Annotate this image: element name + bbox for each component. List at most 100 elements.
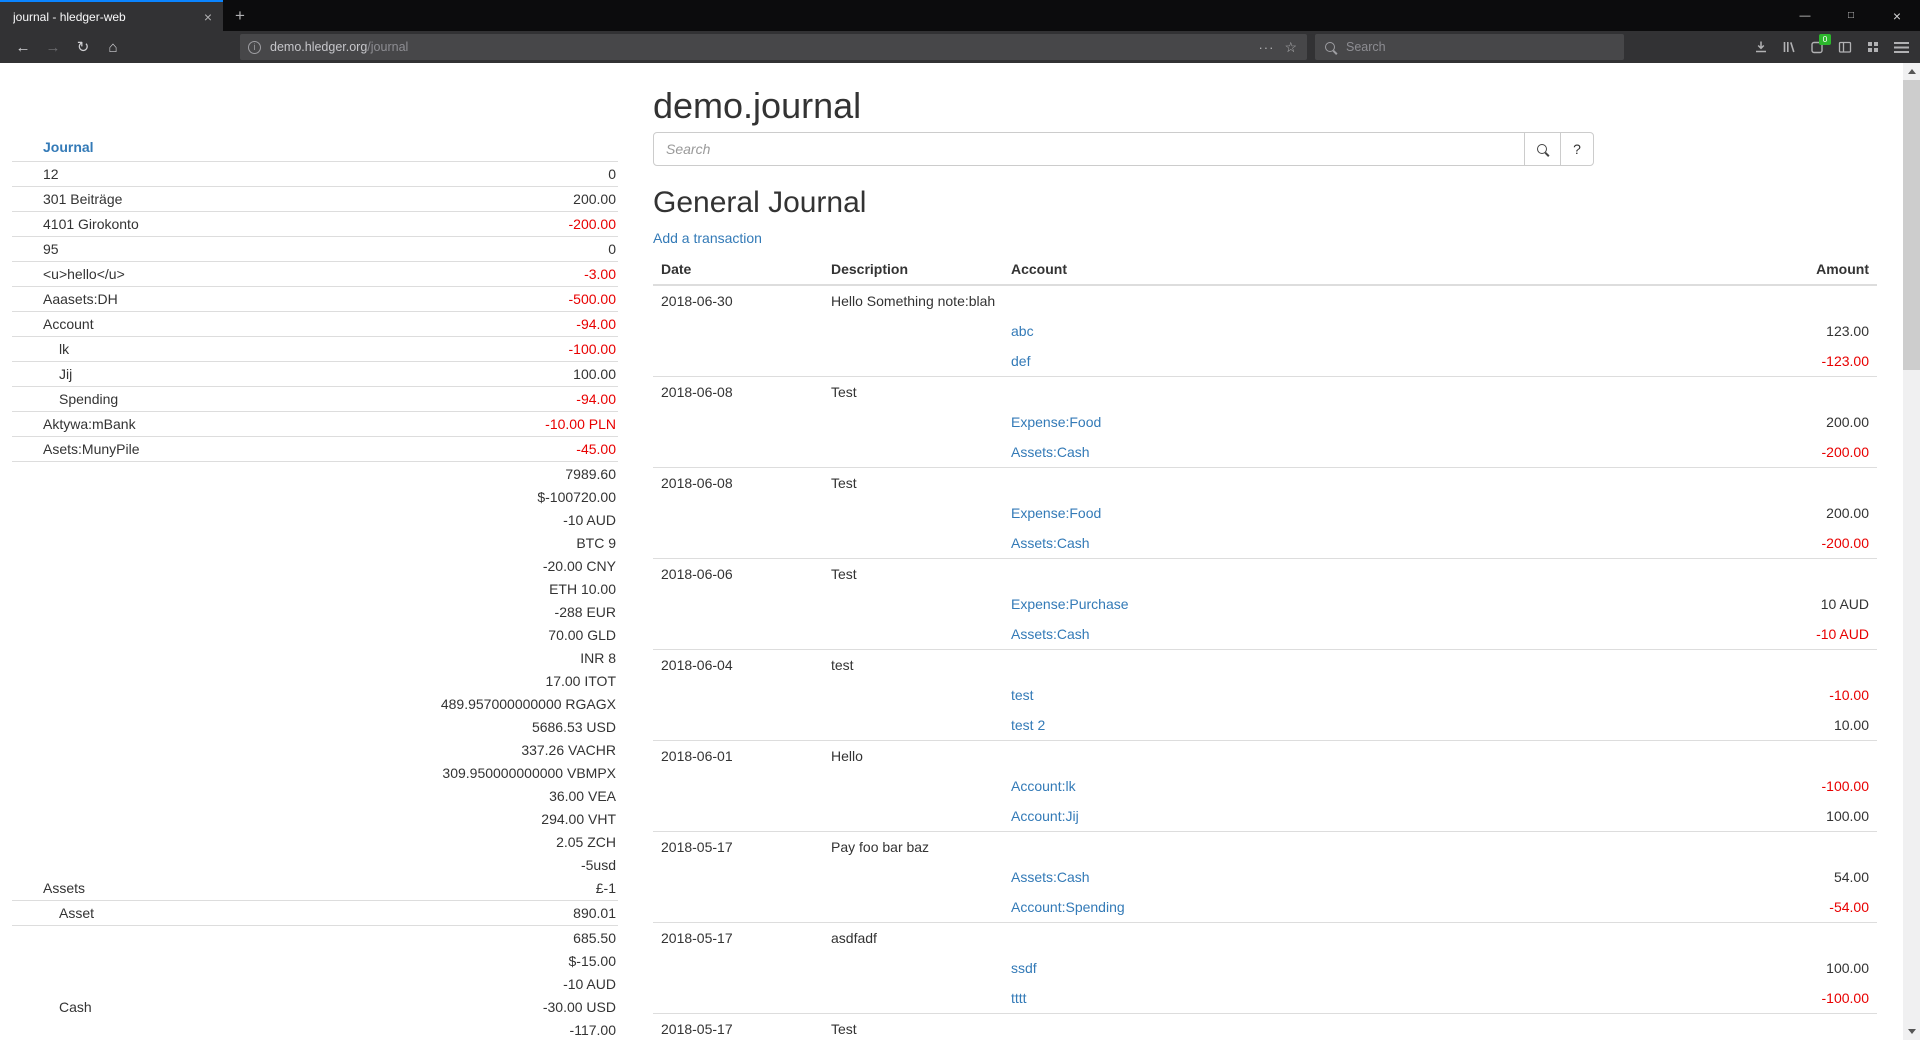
transaction-row[interactable]: 2018-06-04test — [653, 650, 1877, 680]
posting-account-link[interactable]: Account:Spending — [1003, 892, 1677, 922]
window-minimize-button[interactable]: — — [1782, 0, 1828, 31]
posting-amount: 54.00 — [1677, 862, 1877, 892]
browser-tab-journal[interactable]: journal - hledger-web × — [0, 0, 223, 31]
posting-amount: 10 AUD — [1677, 589, 1877, 619]
journal-search-button[interactable] — [1524, 132, 1561, 166]
sidebar-account-name[interactable]: 12 — [12, 162, 59, 186]
sidebar-account-name[interactable]: <u>hello</u> — [12, 262, 125, 286]
transaction-row[interactable]: 2018-05-17asdfadf — [653, 923, 1877, 953]
posting-amount: -54.00 — [1677, 892, 1877, 922]
posting-account-link[interactable]: Expense:Food — [1003, 407, 1677, 437]
sidebar-account-balance: -100.00 — [569, 337, 616, 361]
sidebar-account-name[interactable]: Account — [12, 312, 94, 336]
downloads-button[interactable] — [1748, 33, 1774, 61]
add-transaction-link[interactable]: Add a transaction — [653, 230, 762, 246]
sidebar-account-row: -288 EUR — [12, 601, 618, 624]
menu-button[interactable] — [1888, 33, 1914, 61]
transaction-row[interactable]: 2018-05-17Test — [653, 1014, 1877, 1040]
sidebar-account-name[interactable]: lk — [12, 337, 69, 361]
transaction-group: 2018-05-17Test — [653, 1013, 1877, 1040]
sidebar-account-name[interactable]: Jij — [12, 362, 72, 386]
reload-button[interactable]: ↻ — [68, 33, 98, 61]
posting-account-link[interactable]: ssdf — [1003, 953, 1677, 983]
tab-close-icon[interactable]: × — [201, 9, 215, 25]
posting-row: abc123.00 — [653, 316, 1877, 346]
page-actions-icon[interactable]: ··· — [1250, 40, 1282, 55]
transaction-row[interactable]: 2018-06-08Test — [653, 377, 1877, 407]
toolbar-icons: 0 — [1746, 33, 1914, 61]
posting-account-link[interactable]: Assets:Cash — [1003, 437, 1677, 467]
sidebar-account-balance: INR 8 — [580, 647, 616, 670]
transaction-row[interactable]: 2018-06-08Test — [653, 468, 1877, 498]
posting-account-link[interactable]: Expense:Purchase — [1003, 589, 1677, 619]
posting-account-link[interactable]: tttt — [1003, 983, 1677, 1013]
sidebar-account-name[interactable]: Spending — [12, 387, 118, 411]
sidebar-account-row: -10 AUD — [12, 509, 618, 532]
sidebar-account-row: Account-94.00 — [12, 311, 618, 336]
transaction-description: Test — [823, 468, 1677, 498]
posting-amount: -200.00 — [1677, 528, 1877, 558]
transaction-group: 2018-05-17Pay foo bar bazAssets:Cash54.0… — [653, 831, 1877, 922]
scrollbar-thumb[interactable] — [1903, 80, 1920, 370]
new-tab-button[interactable]: + — [223, 0, 257, 31]
extension-button[interactable]: 0 — [1804, 33, 1830, 61]
posting-row: test 210.00 — [653, 710, 1877, 740]
bookmark-star-icon[interactable]: ☆ — [1282, 39, 1299, 56]
transaction-group: 2018-06-30Hello Something note:blahabc12… — [653, 286, 1877, 376]
sidebar-account-name[interactable]: Asset — [12, 901, 94, 925]
url-bar[interactable]: demo.hledger.org/journal ··· ☆ — [240, 34, 1307, 60]
sidebar-account-balance: £-1 — [596, 877, 616, 900]
transaction-row[interactable]: 2018-06-06Test — [653, 559, 1877, 589]
scrollbar-up-arrow[interactable] — [1903, 63, 1920, 80]
sidebar-account-name[interactable]: Cash — [12, 996, 92, 1019]
posting-row: Expense:Food200.00 — [653, 407, 1877, 437]
site-info-icon[interactable] — [248, 41, 261, 54]
sidebar-account-row: 17.00 ITOT — [12, 670, 618, 693]
sidebar-tab-journal[interactable]: Journal — [12, 135, 618, 161]
sidebar-account-name[interactable]: 95 — [12, 237, 59, 261]
posting-row: Account:lk-100.00 — [653, 771, 1877, 801]
sidebar-account-row: $-15.00 — [12, 950, 618, 973]
scrollbar-down-arrow[interactable] — [1903, 1023, 1920, 1040]
window-close-button[interactable]: × — [1874, 0, 1920, 31]
sidebar-account-row: INR 8 — [12, 647, 618, 670]
posting-row: Account:Spending-54.00 — [653, 892, 1877, 922]
sidebar-account-name[interactable]: 301 Beiträge — [12, 187, 122, 211]
posting-account-link[interactable]: Expense:Food — [1003, 498, 1677, 528]
back-button[interactable]: ← — [8, 33, 38, 61]
posting-account-link[interactable]: abc — [1003, 316, 1677, 346]
posting-row: test-10.00 — [653, 680, 1877, 710]
browser-search-field[interactable]: Search — [1315, 34, 1624, 60]
transaction-row[interactable]: 2018-06-30Hello Something note:blah — [653, 286, 1877, 316]
posting-account-link[interactable]: Account:Jij — [1003, 801, 1677, 831]
sidebar-account-balance: -20.00 CNY — [543, 555, 616, 578]
window-maximize-button[interactable]: □ — [1828, 0, 1874, 31]
transaction-row[interactable]: 2018-05-17Pay foo bar baz — [653, 832, 1877, 862]
posting-account-link[interactable]: test — [1003, 680, 1677, 710]
posting-account-link[interactable]: Assets:Cash — [1003, 528, 1677, 558]
sidebar-account-name[interactable]: 4101 Girokonto — [12, 212, 139, 236]
sidebar-account-name[interactable]: Assets — [12, 877, 85, 900]
transaction-row[interactable]: 2018-06-01Hello — [653, 741, 1877, 771]
posting-account-link[interactable]: Assets:Cash — [1003, 619, 1677, 649]
apps-button[interactable] — [1860, 33, 1886, 61]
posting-account-link[interactable]: test 2 — [1003, 710, 1677, 740]
sidebar-toggle-button[interactable] — [1832, 33, 1858, 61]
search-help-button[interactable]: ? — [1560, 132, 1594, 166]
transaction-description: Test — [823, 377, 1677, 407]
journal-search-input[interactable] — [653, 132, 1525, 166]
transaction-date: 2018-06-06 — [653, 559, 823, 589]
home-button[interactable]: ⌂ — [98, 33, 128, 61]
posting-account-link[interactable]: Account:lk — [1003, 771, 1677, 801]
sidebar-account-balance: 2.05 ZCH — [556, 831, 616, 854]
library-button[interactable] — [1776, 33, 1802, 61]
sidebar-account-name[interactable]: Aaasets:DH — [12, 287, 118, 311]
forward-button[interactable]: → — [38, 33, 68, 61]
posting-account-link[interactable]: def — [1003, 346, 1677, 376]
sidebar-account-balance: 70.00 GLD — [548, 624, 616, 647]
posting-account-link[interactable]: Assets:Cash — [1003, 862, 1677, 892]
sidebar-account-name[interactable]: Aktywa:mBank — [12, 412, 136, 436]
vertical-scrollbar[interactable] — [1903, 63, 1920, 1040]
transaction-date: 2018-06-08 — [653, 377, 823, 407]
sidebar-account-name[interactable]: Asets:MunyPile — [12, 437, 139, 461]
